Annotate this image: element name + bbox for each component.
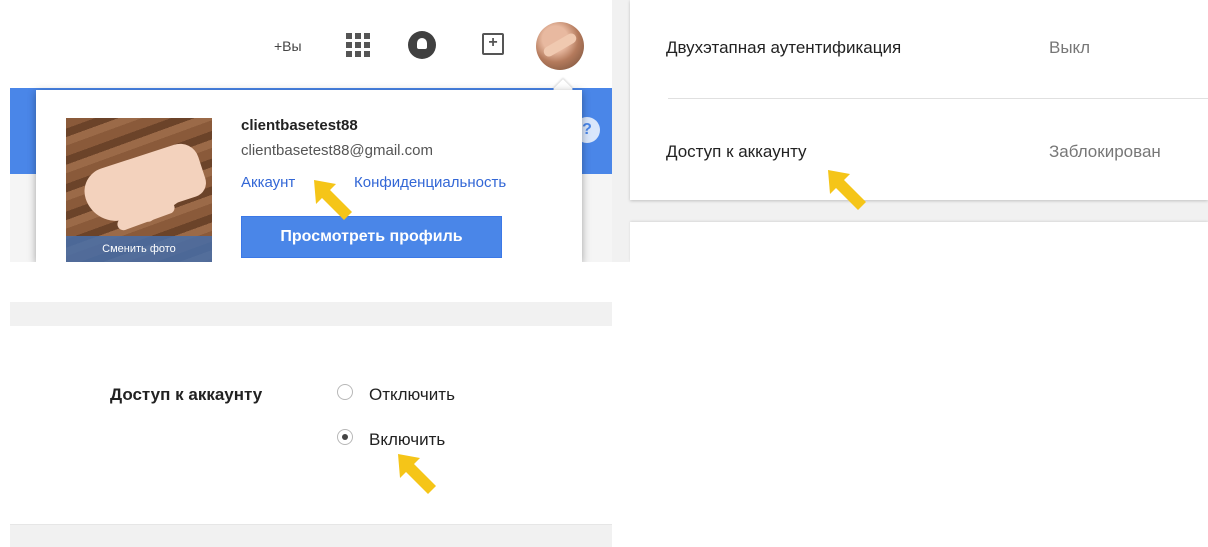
- change-photo-label[interactable]: Сменить фото: [66, 236, 212, 262]
- top-bar: [0, 0, 612, 88]
- access-setting-panel: Доступ к аккаунту Отключить Включить: [10, 302, 612, 547]
- access-setting-label: Доступ к аккаунту: [110, 385, 263, 404]
- account-link[interactable]: Аккаунт: [241, 174, 295, 191]
- row-divider: [668, 98, 1208, 99]
- account-access-value: Заблокирован: [1049, 142, 1161, 161]
- top-gray-bar: [10, 302, 612, 326]
- radio-enable-label[interactable]: Включить: [369, 430, 445, 450]
- apps-icon[interactable]: [346, 33, 370, 57]
- next-card: [630, 222, 1208, 262]
- share-plus-icon[interactable]: +: [482, 33, 504, 55]
- avatar[interactable]: [536, 22, 584, 70]
- two-step-value: Выкл: [1049, 38, 1091, 57]
- radio-enable[interactable]: [337, 429, 353, 445]
- left-strip: [0, 88, 10, 262]
- security-card: [630, 0, 1208, 200]
- user-name: clientbasetest88: [241, 117, 358, 134]
- privacy-link[interactable]: Конфиденциальность: [354, 174, 506, 191]
- pointer-arrow-icon: [824, 166, 872, 214]
- radio-disable[interactable]: [337, 384, 353, 400]
- notifications-icon[interactable]: [408, 31, 436, 59]
- google-account-panel: ? +Вы + Сменить фото clientbasetest88 cl…: [0, 0, 612, 262]
- bottom-gray-bar: [10, 524, 612, 547]
- pointer-arrow-icon: [310, 176, 358, 224]
- plus-you-link[interactable]: +Вы: [274, 38, 302, 54]
- security-settings-panel: Двухэтапная аутентификация Выкл Доступ к…: [612, 0, 1208, 262]
- view-profile-button[interactable]: Просмотреть профиль: [241, 216, 502, 258]
- profile-photo[interactable]: Сменить фото: [66, 118, 212, 262]
- pointer-arrow-icon: [394, 450, 442, 498]
- account-access-label[interactable]: Доступ к аккаунту: [666, 142, 807, 162]
- user-email: clientbasetest88@gmail.com: [241, 142, 433, 159]
- two-step-label[interactable]: Двухэтапная аутентификация: [666, 38, 901, 58]
- radio-disable-label[interactable]: Отключить: [369, 385, 455, 405]
